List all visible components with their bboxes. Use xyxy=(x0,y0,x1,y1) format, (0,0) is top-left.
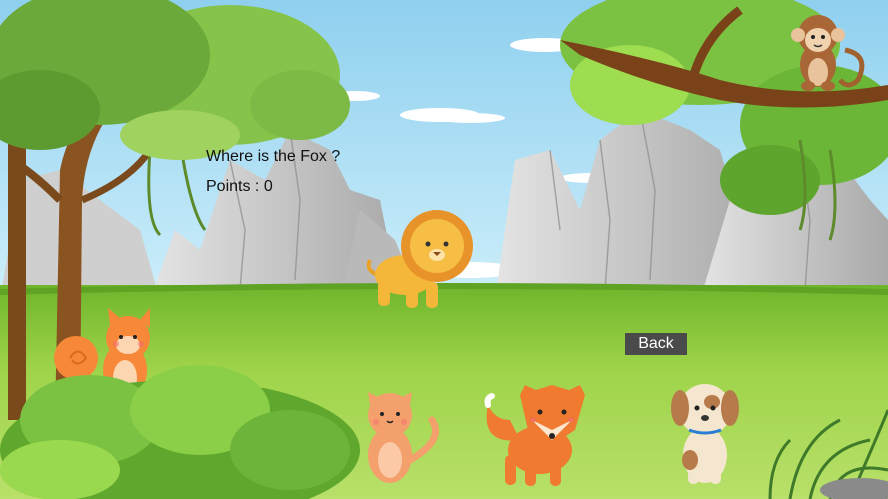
points-label: Points : xyxy=(206,178,260,195)
question-text: Where is the Fox ? xyxy=(206,148,341,165)
game-scene xyxy=(0,0,888,499)
points-display: Points : 0 xyxy=(206,178,273,196)
points-value: 0 xyxy=(263,178,273,195)
back-button[interactable]: Back xyxy=(625,333,687,355)
